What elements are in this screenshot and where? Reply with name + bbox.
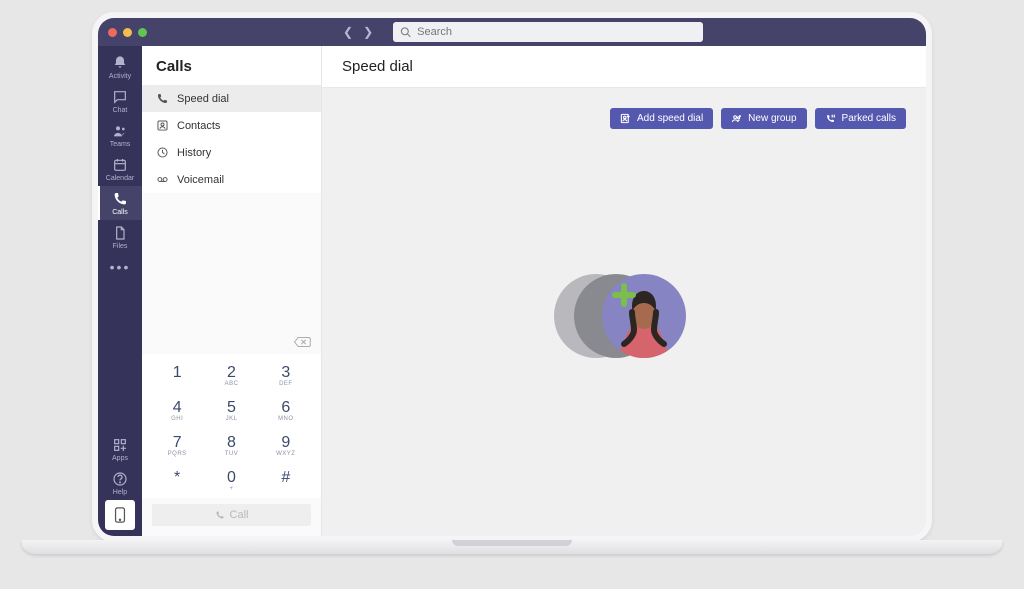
nav-label: Speed dial — [177, 93, 229, 105]
rail-label: Calls — [112, 209, 128, 216]
button-label: Parked calls — [842, 113, 896, 124]
help-icon — [112, 471, 128, 487]
phone-icon — [215, 510, 225, 520]
nav-label: Voicemail — [177, 174, 224, 186]
key-9[interactable]: 9WXYZ — [259, 432, 313, 459]
rail-label: Apps — [112, 455, 128, 462]
parked-calls-button[interactable]: Parked calls — [815, 108, 906, 129]
nav-back-button[interactable]: ❮ — [343, 25, 353, 39]
rail-teams[interactable]: Teams — [98, 118, 142, 152]
rail-apps[interactable]: Apps — [98, 432, 142, 466]
dial-input-row — [142, 331, 321, 354]
page-title: Speed dial — [322, 46, 926, 88]
bell-icon — [112, 55, 128, 71]
calls-nav-contacts[interactable]: Contacts — [142, 112, 321, 139]
call-button[interactable]: Call — [152, 504, 311, 526]
titlebar: ❮ ❯ — [98, 18, 926, 46]
action-row: Add speed dial New group Parked calls — [322, 88, 926, 129]
calls-panel: Calls Speed dial Contacts History Voicem… — [142, 46, 322, 536]
calls-nav-speed-dial[interactable]: Speed dial — [142, 85, 321, 112]
rail-help[interactable]: Help — [98, 466, 142, 500]
window-minimize-traffic-light[interactable] — [123, 28, 132, 37]
contacts-icon — [156, 119, 169, 132]
search-icon — [400, 27, 411, 38]
new-group-icon — [731, 113, 742, 124]
calls-header: Calls — [142, 46, 321, 85]
button-label: New group — [748, 113, 796, 124]
key-hash[interactable]: # — [259, 467, 313, 494]
laptop-frame: ❮ ❯ Activity Chat Teams Calend — [92, 12, 932, 542]
key-1[interactable]: 1 — [150, 362, 204, 389]
key-3[interactable]: 3DEF — [259, 362, 313, 389]
plus-icon — [612, 283, 636, 307]
nav-label: History — [177, 147, 211, 159]
laptop-notch — [452, 540, 572, 546]
window-close-traffic-light[interactable] — [108, 28, 117, 37]
rail-activity[interactable]: Activity — [98, 50, 142, 84]
files-icon — [112, 225, 128, 241]
parked-calls-icon — [825, 113, 836, 124]
rail-calls[interactable]: Calls — [98, 186, 142, 220]
key-5[interactable]: 5JKL — [204, 397, 258, 424]
new-group-button[interactable]: New group — [721, 108, 806, 129]
mobile-icon — [114, 507, 126, 523]
nav-label: Contacts — [177, 120, 220, 132]
teams-icon — [112, 123, 128, 139]
window-zoom-traffic-light[interactable] — [138, 28, 147, 37]
phone-icon — [112, 191, 128, 207]
rail-mobile-button[interactable] — [105, 500, 135, 530]
key-7[interactable]: 7PQRS — [150, 432, 204, 459]
add-speed-dial-button[interactable]: Add speed dial — [610, 108, 713, 129]
rail-label: Calendar — [106, 175, 134, 182]
backspace-button[interactable] — [293, 335, 311, 354]
rail-chat[interactable]: Chat — [98, 84, 142, 118]
key-0[interactable]: 0+ — [204, 467, 258, 494]
nav-arrows: ❮ ❯ — [343, 25, 373, 39]
backspace-icon — [293, 335, 311, 349]
rail-more[interactable]: ••• — [98, 254, 142, 279]
button-label: Add speed dial — [637, 113, 703, 124]
key-4[interactable]: 4GHI — [150, 397, 204, 424]
rail-files[interactable]: Files — [98, 220, 142, 254]
rail-calendar[interactable]: Calendar — [98, 152, 142, 186]
rail-label: Teams — [110, 141, 131, 148]
rail-label: Help — [113, 489, 127, 496]
calls-nav-history[interactable]: History — [142, 139, 321, 166]
rail-label: Chat — [113, 107, 128, 114]
phone-icon — [156, 92, 169, 105]
nav-forward-button[interactable]: ❯ — [363, 25, 373, 39]
add-contact-icon — [620, 113, 631, 124]
calls-nav: Speed dial Contacts History Voicemail — [142, 85, 321, 193]
key-2[interactable]: 2ABC — [204, 362, 258, 389]
search-input[interactable] — [393, 22, 703, 42]
voicemail-icon — [156, 173, 169, 186]
speed-dial-illustration — [554, 271, 694, 361]
key-8[interactable]: 8TUV — [204, 432, 258, 459]
app-rail: Activity Chat Teams Calendar Calls Files — [98, 46, 142, 536]
calendar-icon — [112, 157, 128, 173]
chat-icon — [112, 89, 128, 105]
calls-nav-voicemail[interactable]: Voicemail — [142, 166, 321, 193]
rail-label: Files — [113, 243, 128, 250]
call-button-label: Call — [230, 509, 249, 521]
key-6[interactable]: 6MNO — [259, 397, 313, 424]
key-star[interactable]: * — [150, 467, 204, 494]
dialpad: 1 2ABC 3DEF 4GHI 5JKL 6MNO 7PQRS 8TUV 9W… — [142, 354, 321, 498]
rail-label: Activity — [109, 73, 131, 80]
apps-icon — [112, 437, 128, 453]
history-icon — [156, 146, 169, 159]
main-area: Speed dial Add speed dial New group Park… — [322, 46, 926, 536]
